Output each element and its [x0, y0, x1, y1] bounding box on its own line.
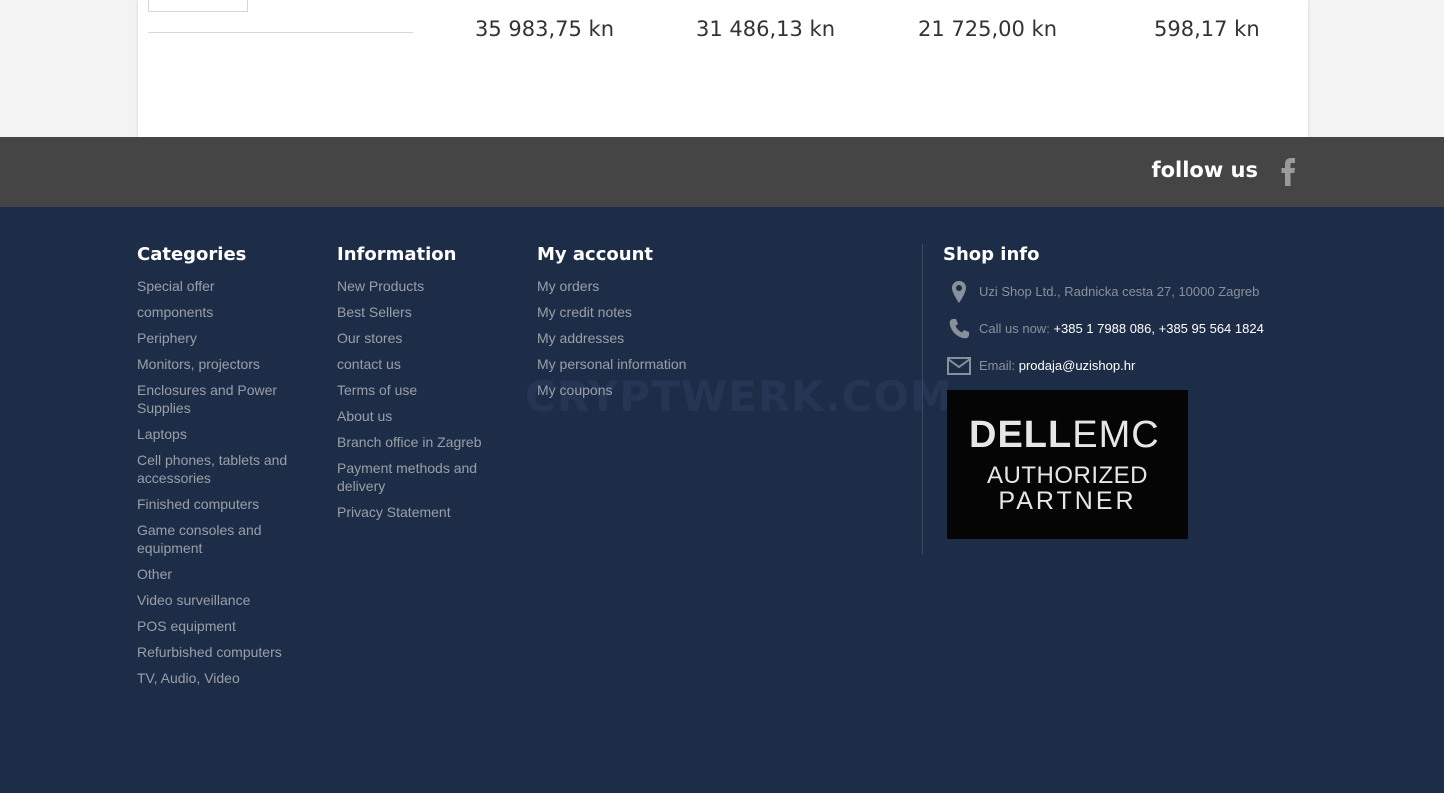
email-label: Email:	[979, 358, 1016, 373]
account-link[interactable]: My credit notes	[537, 303, 757, 321]
category-link[interactable]: Special offer	[137, 277, 307, 295]
phone-row: Call us now: +385 1 7988 086, +385 95 56…	[943, 317, 1303, 341]
information-link[interactable]: Terms of use	[337, 381, 507, 399]
account-link[interactable]: My addresses	[537, 329, 757, 347]
categories-list: Special offer components Periphery Monitors…	[137, 277, 307, 687]
divider-line	[148, 32, 413, 33]
dell-emc-partner-badge: DELLEMC AUTHORIZED PARTNER	[947, 390, 1188, 539]
price-4: 598,17 kn	[1154, 17, 1260, 41]
category-link[interactable]: TV, Audio, Video	[137, 669, 307, 687]
shop-info-title: Shop info	[943, 244, 1040, 265]
account-link[interactable]: My orders	[537, 277, 757, 295]
category-link[interactable]: Other	[137, 565, 307, 583]
phone-label: Call us now:	[979, 321, 1050, 336]
map-marker-icon	[952, 281, 966, 303]
information-link[interactable]: Branch office in Zagreb	[337, 433, 507, 451]
follow-band: follow us	[0, 137, 1444, 207]
price-3: 21 725,00 kn	[918, 17, 1058, 41]
follow-us-label: follow us	[1151, 158, 1258, 182]
address-text: Uzi Shop Ltd., Radnicka cesta 27, 10000 …	[979, 284, 1260, 299]
category-link[interactable]: Periphery	[137, 329, 307, 347]
category-link[interactable]: POS equipment	[137, 617, 307, 635]
information-link[interactable]: About us	[337, 407, 507, 425]
information-link[interactable]: Privacy Statement	[337, 503, 507, 521]
column-divider	[922, 244, 923, 554]
information-link[interactable]: Best Sellers	[337, 303, 507, 321]
price-1: 35 983,75 kn	[475, 17, 615, 41]
account-link[interactable]: My coupons	[537, 381, 757, 399]
information-link[interactable]: contact us	[337, 355, 507, 373]
information-list: New Products Best Sellers Our stores contac…	[337, 277, 507, 521]
category-link[interactable]: Finished computers	[137, 495, 307, 513]
category-link[interactable]: Enclosures and Power Supplies	[137, 381, 307, 417]
badge-line-partner: PARTNER	[998, 487, 1137, 515]
badge-line-authorized: AUTHORIZED	[987, 462, 1148, 489]
information-link[interactable]: Payment methods and delivery	[337, 459, 507, 495]
account-link[interactable]: My personal information	[537, 355, 757, 373]
email-row: Email: prodaja@uzishop.hr	[943, 354, 1303, 378]
envelope-icon	[947, 357, 971, 375]
phone-number[interactable]: +385 1 7988 086, +385 95 564 1824	[1053, 321, 1263, 336]
facebook-icon[interactable]	[1278, 158, 1298, 186]
categories-title: Categories	[137, 244, 247, 265]
category-link[interactable]: Laptops	[137, 425, 307, 443]
information-link[interactable]: New Products	[337, 277, 507, 295]
category-link[interactable]: Refurbished computers	[137, 643, 307, 661]
price-2: 31 486,13 kn	[696, 17, 836, 41]
account-list: My orders My credit notes My addresses My p…	[537, 277, 757, 399]
shop-info: Shop info Uzi Shop Ltd., Radnicka cesta …	[943, 244, 1303, 539]
category-link[interactable]: Video surveillance	[137, 591, 307, 609]
category-link[interactable]: Monitors, projectors	[137, 355, 307, 373]
product-zone: 35 983,75 kn 31 486,13 kn 21 725,00 kn 5…	[0, 0, 1444, 137]
email-link[interactable]: prodaja@uzishop.hr	[1019, 358, 1136, 373]
category-link[interactable]: components	[137, 303, 307, 321]
address-row: Uzi Shop Ltd., Radnicka cesta 27, 10000 …	[943, 280, 1303, 304]
categories-column: Categories Special offer components Periph…	[137, 244, 307, 695]
information-column: Information New Products Best Sellers Our …	[337, 244, 507, 529]
category-link[interactable]: Game consoles and equipment	[137, 521, 307, 557]
phone-icon	[949, 319, 969, 339]
account-title: My account	[537, 244, 653, 265]
product-card: 35 983,75 kn 31 486,13 kn 21 725,00 kn 5…	[138, 0, 1308, 137]
product-thumbnail[interactable]	[148, 0, 248, 12]
category-link[interactable]: Cell phones, tablets and accessories	[137, 451, 307, 487]
footer: CRYPTWERK.COM Categories Special offer co…	[0, 207, 1444, 793]
dell-emc-logo: DELLEMC	[969, 414, 1160, 456]
account-column: My account My orders My credit notes My ad…	[537, 244, 757, 407]
information-link[interactable]: Our stores	[337, 329, 507, 347]
information-title: Information	[337, 244, 457, 265]
